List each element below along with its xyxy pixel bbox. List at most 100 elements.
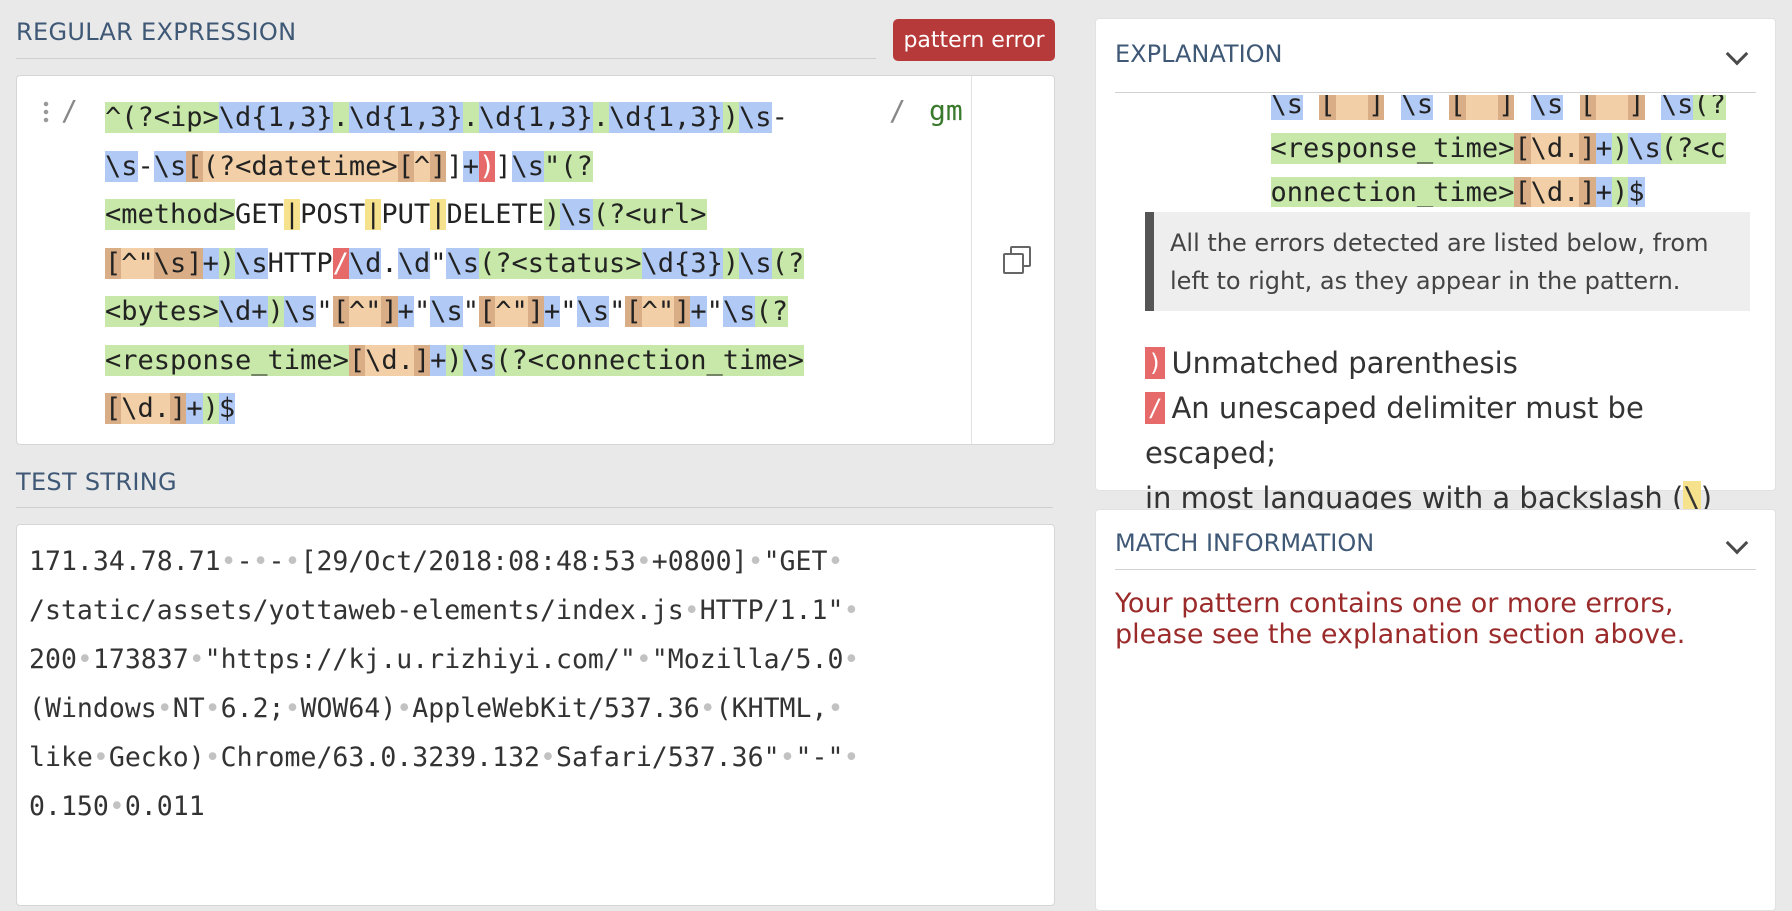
regex-token: [ [1579, 95, 1596, 120]
pattern-error-badge[interactable]: pattern error [893, 19, 1055, 61]
regex-token [1433, 95, 1449, 120]
error-token: / [332, 247, 349, 279]
test-string-line: (Windows•NT•6.2;•WOW64)•AppleWebKit/537.… [29, 693, 844, 724]
regex-token [1173, 177, 1271, 207]
regex-token: ] [495, 150, 512, 182]
regex-token: <response_time> [1270, 133, 1515, 164]
regex-input[interactable]: ^(?<ip>\d{1,3}.\d{1,3}.\d{1,3}.\d{1,3})\… [105, 94, 887, 434]
regex-token: " [706, 296, 723, 327]
regex-token: ] [1498, 95, 1515, 120]
regex-token: + [202, 247, 219, 279]
regex-token [1173, 133, 1271, 164]
regex-token: ] [186, 247, 203, 279]
regex-token: ) [446, 344, 463, 376]
explanation-regex-code: \s [ ] \s [ ] \s [ ] \s(? <response_time… [1173, 95, 1726, 207]
error-item: ) Unmatched parenthesis [1145, 341, 1775, 386]
regex-token: ) [202, 393, 219, 424]
regex-token: \d{1,3} [608, 102, 723, 133]
regex-token: \s [462, 344, 496, 376]
close-delimiter: / [889, 94, 906, 127]
regex-token: ] [674, 296, 691, 327]
drag-handle-icon[interactable] [43, 100, 49, 124]
regex-token: | [365, 199, 382, 230]
match-info-collapse-chevron-icon[interactable] [1725, 531, 1749, 555]
regex-token: \s [722, 296, 756, 327]
regex-token: " [413, 296, 431, 327]
regex-line: onnection_time>[\d.]+)$ [1173, 171, 1726, 207]
regex-token: POST [300, 199, 366, 230]
test-section-title: TEST STRING [16, 468, 177, 496]
regex-token [1303, 95, 1319, 120]
regex-token: ] [430, 150, 447, 182]
regex-token: ^ [413, 150, 431, 182]
test-string-input[interactable]: 171.34.78.71•-•-•[29/Oct/2018:08:48:53•+… [29, 537, 859, 831]
regex-token: (? [1693, 95, 1726, 120]
regex-token: " [560, 296, 577, 327]
regex-token: . [592, 102, 609, 133]
error-mark: ) [1145, 347, 1166, 379]
regex-token: \d [397, 247, 431, 279]
test-string-line: /static/assets/yottaweb-elements/index.j… [29, 595, 860, 626]
regex-token: \d. [1530, 177, 1580, 207]
regex-token: [ [478, 296, 496, 327]
regex-line: <response_time>[\d.]+)\s(?<connection_ti… [105, 337, 887, 386]
error-mark: / [1145, 392, 1166, 424]
regex-flags[interactable]: gm [929, 94, 963, 127]
regex-token: \s [283, 296, 317, 327]
regex-token: \d. [1530, 133, 1580, 164]
regex-line: \s [ ] \s [ ] \s [ ] \s(? [1173, 95, 1726, 127]
match-error-message: Your pattern contains one or more errors… [1115, 588, 1685, 650]
regex-token [1563, 95, 1579, 120]
regex-token: [ [105, 247, 122, 279]
copy-icon[interactable] [1003, 246, 1031, 274]
explanation-code-clip: \s [ ] \s [ ] \s [ ] \s(? <response_time… [1096, 95, 1775, 207]
regex-line: <bytes>\d+)\s"[^"]+"\s"[^"]+"\s"[^"]+"\s… [105, 288, 887, 337]
regex-token: [ [625, 296, 642, 327]
regex-token: \s [739, 102, 772, 133]
regex-token: (?<status> [478, 247, 642, 279]
regex-token: \s [576, 296, 610, 327]
test-string-line: 0.150•0.011 [29, 791, 205, 822]
match-error-line: please see the explanation section above… [1115, 619, 1686, 650]
regex-token: onnection_time> [1270, 177, 1515, 207]
regex-token: | [430, 199, 447, 230]
regex-token: " [316, 296, 333, 327]
regex-token: (? [755, 296, 788, 327]
regex-token: ] [413, 344, 431, 376]
regex-token: \s [430, 296, 463, 327]
regex-token: (?<datetime> [202, 150, 398, 182]
regex-token: \s [1660, 95, 1694, 120]
regex-line: [^"\s]+)\sHTTP/\d.\d"\s(?<status>\d{3})\… [105, 240, 887, 289]
regex-token: ] [1579, 177, 1596, 207]
error-list: ) Unmatched parenthesis / An unescaped del… [1145, 341, 1775, 521]
match-info-title-rule [1115, 569, 1756, 570]
regex-token: (?<url> [592, 199, 707, 230]
explanation-title: EXPLANATION [1115, 40, 1283, 68]
regex-line: <method>GET|POST|PUT|DELETE)\s(?<url> [105, 191, 887, 240]
regex-token: [ [1514, 133, 1531, 164]
regex-token: "(? [544, 150, 593, 182]
regex-token: " [609, 296, 626, 327]
regex-token: + [1595, 133, 1612, 164]
regex-token: [ [1319, 95, 1336, 120]
regex-token: + [186, 393, 203, 424]
regex-token: <response_time> [105, 344, 349, 376]
error-token: ) [478, 150, 496, 182]
regex-token: \s [1270, 95, 1304, 120]
match-info-title: MATCH INFORMATION [1115, 529, 1375, 557]
regex-token: ] [381, 296, 398, 327]
match-info-panel: MATCH INFORMATION Your pattern contains … [1095, 509, 1776, 911]
regex-line: [\d.]+)$ [105, 385, 887, 434]
regex-token: \s [153, 247, 187, 279]
regex-editor[interactable]: / ^(?<ip>\d{1,3}.\d{1,3}.\d{1,3}.\d{1,3}… [16, 75, 1055, 445]
regex-token: ) [1611, 133, 1629, 164]
regex-token: ^(?<ip> [105, 102, 219, 133]
regex-token: [ [348, 344, 366, 376]
regex-token: \d. [121, 393, 171, 424]
explanation-collapse-chevron-icon[interactable] [1725, 42, 1749, 66]
test-string-editor[interactable]: 171.34.78.71•-•-•[29/Oct/2018:08:48:53•+… [16, 524, 1055, 906]
regex-token: + [430, 344, 447, 376]
regex-token: + [1595, 177, 1612, 207]
regex-token: ] [527, 296, 545, 327]
regex-line: \s-\s[(?<datetime>[^]]+)]\s"(? [105, 143, 887, 192]
